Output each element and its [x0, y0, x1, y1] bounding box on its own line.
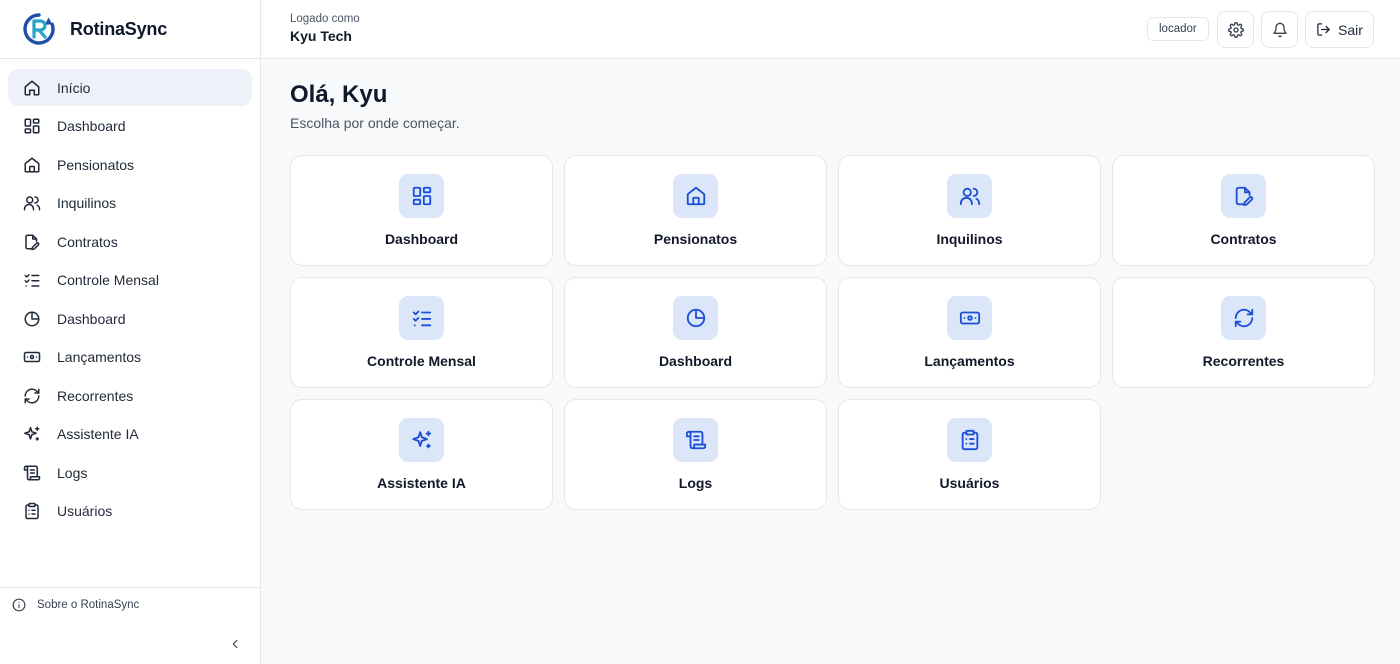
sparkles-icon: [22, 424, 42, 444]
sidebar-item-controle-mensal[interactable]: Controle Mensal: [8, 262, 252, 299]
card-label: Dashboard: [658, 353, 733, 369]
clipboard-icon: [947, 418, 992, 462]
banknote-icon: [22, 347, 42, 367]
brand-name: RotinaSync: [70, 18, 168, 39]
info-icon: [12, 598, 26, 612]
logout-button[interactable]: Sair: [1305, 11, 1374, 48]
sidebar-item-label: Inquilinos: [57, 195, 117, 211]
card-assistente-ia[interactable]: Assistente IA: [290, 399, 553, 510]
user-name: Kyu Tech: [290, 28, 352, 44]
grid-icon: [22, 116, 42, 136]
card-label: Logs: [678, 475, 713, 491]
card-usuarios[interactable]: Usuários: [838, 399, 1101, 510]
house-icon: [673, 174, 718, 218]
card-label: Contratos: [1210, 231, 1277, 247]
sidebar-item-label: Início: [57, 79, 91, 96]
pie-chart-icon: [22, 309, 42, 329]
sidebar-item-logs[interactable]: Logs: [8, 454, 252, 491]
house-icon: [22, 155, 42, 175]
sidebar-item-label: Contratos: [57, 233, 118, 250]
settings-button[interactable]: [1217, 11, 1254, 48]
sidebar-item-label: Logs: [57, 464, 88, 481]
logout-icon: [1316, 22, 1331, 37]
checklist-icon: [399, 296, 444, 340]
card-contratos[interactable]: Contratos: [1112, 155, 1375, 266]
logged-as-label: Logado como: [290, 13, 360, 25]
rotinasync-logo-icon: [23, 13, 55, 45]
file-edit-icon: [22, 232, 42, 252]
role-badge: locador: [1147, 17, 1209, 41]
scroll-icon: [673, 418, 718, 462]
sidebar-item-usuarios[interactable]: Usuários: [8, 493, 252, 530]
top-header: Logado como Kyu Tech locador Sair: [261, 0, 1400, 59]
card-label: Lançamentos: [924, 353, 1015, 369]
card-label: Controle Mensal: [367, 353, 476, 369]
collapse-sidebar-chevron-left-icon[interactable]: [228, 637, 242, 651]
card-recorrentes[interactable]: Recorrentes: [1112, 277, 1375, 388]
sidebar-item-recorrentes[interactable]: Recorrentes: [8, 377, 252, 414]
refresh-icon: [1221, 296, 1266, 340]
card-controle-mensal[interactable]: Controle Mensal: [290, 277, 553, 388]
sidebar-item-label: Lançamentos: [57, 349, 142, 365]
sidebar-footer: Sobre o RotinaSync: [0, 587, 260, 664]
sidebar-item-label: Assistente IA: [57, 426, 139, 442]
users-icon: [947, 174, 992, 218]
sidebar-item-label: Pensionatos: [57, 156, 135, 173]
sidebar-item-label: Dashboard: [57, 310, 126, 327]
card-label: Inquilinos: [936, 231, 1003, 247]
scroll-icon: [22, 463, 42, 483]
logged-user-info: Logado como Kyu Tech: [290, 13, 360, 44]
card-label: Usuários: [939, 475, 1000, 491]
sparkles-icon: [399, 418, 444, 462]
about-label: Sobre o RotinaSync: [37, 599, 140, 611]
brand[interactable]: RotinaSync: [0, 0, 260, 59]
sidebar-item-label: Dashboard: [57, 118, 126, 134]
card-label: Recorrentes: [1202, 353, 1285, 369]
sidebar-item-assistente-ia[interactable]: Assistente IA: [8, 416, 252, 453]
home-icon: [22, 78, 42, 98]
refresh-icon: [22, 386, 42, 406]
sidebar: RotinaSync Início Dashboard Pensionatos …: [0, 0, 261, 664]
file-edit-icon: [1221, 174, 1266, 218]
grid-icon: [399, 174, 444, 218]
sidebar-item-pensionatos[interactable]: Pensionatos: [8, 146, 252, 183]
page-title: Olá, Kyu: [290, 81, 388, 108]
sidebar-item-label: Recorrentes: [57, 387, 134, 404]
pie-chart-icon: [673, 296, 718, 340]
card-inquilinos[interactable]: Inquilinos: [838, 155, 1101, 266]
card-pensionatos[interactable]: Pensionatos: [564, 155, 827, 266]
clipboard-icon: [22, 501, 42, 521]
sidebar-item-contratos[interactable]: Contratos: [8, 223, 252, 260]
card-label: Dashboard: [384, 231, 459, 247]
card-dashboard[interactable]: Dashboard: [290, 155, 553, 266]
card-label: Assistente IA: [377, 475, 466, 491]
card-label: Pensionatos: [653, 231, 738, 247]
sidebar-item-label: Controle Mensal: [57, 272, 159, 288]
users-icon: [22, 193, 42, 213]
notifications-button[interactable]: [1261, 11, 1298, 48]
banknote-icon: [947, 296, 992, 340]
card-logs[interactable]: Logs: [564, 399, 827, 510]
shortcut-grid: Dashboard Pensionatos Inquilinos Contrat…: [290, 155, 1375, 510]
sidebar-item-inquilinos[interactable]: Inquilinos: [8, 185, 252, 222]
about-link[interactable]: Sobre o RotinaSync: [0, 588, 260, 622]
sidebar-item-lancamentos[interactable]: Lançamentos: [8, 339, 252, 376]
sidebar-item-label: Usuários: [57, 503, 113, 519]
sidebar-item-dashboard-financeiro[interactable]: Dashboard: [8, 300, 252, 337]
sidebar-item-dashboard[interactable]: Dashboard: [8, 108, 252, 145]
logout-label: Sair: [1338, 21, 1363, 38]
bell-icon: [1272, 22, 1288, 38]
checklist-icon: [22, 270, 42, 290]
page-subtitle: Escolha por onde começar.: [290, 115, 460, 131]
card-dashboard-financeiro[interactable]: Dashboard: [564, 277, 827, 388]
card-lancamentos[interactable]: Lançamentos: [838, 277, 1101, 388]
sidebar-item-inicio[interactable]: Início: [8, 69, 252, 106]
sidebar-nav: Início Dashboard Pensionatos Inquilinos …: [0, 59, 260, 541]
gear-icon: [1228, 22, 1244, 38]
